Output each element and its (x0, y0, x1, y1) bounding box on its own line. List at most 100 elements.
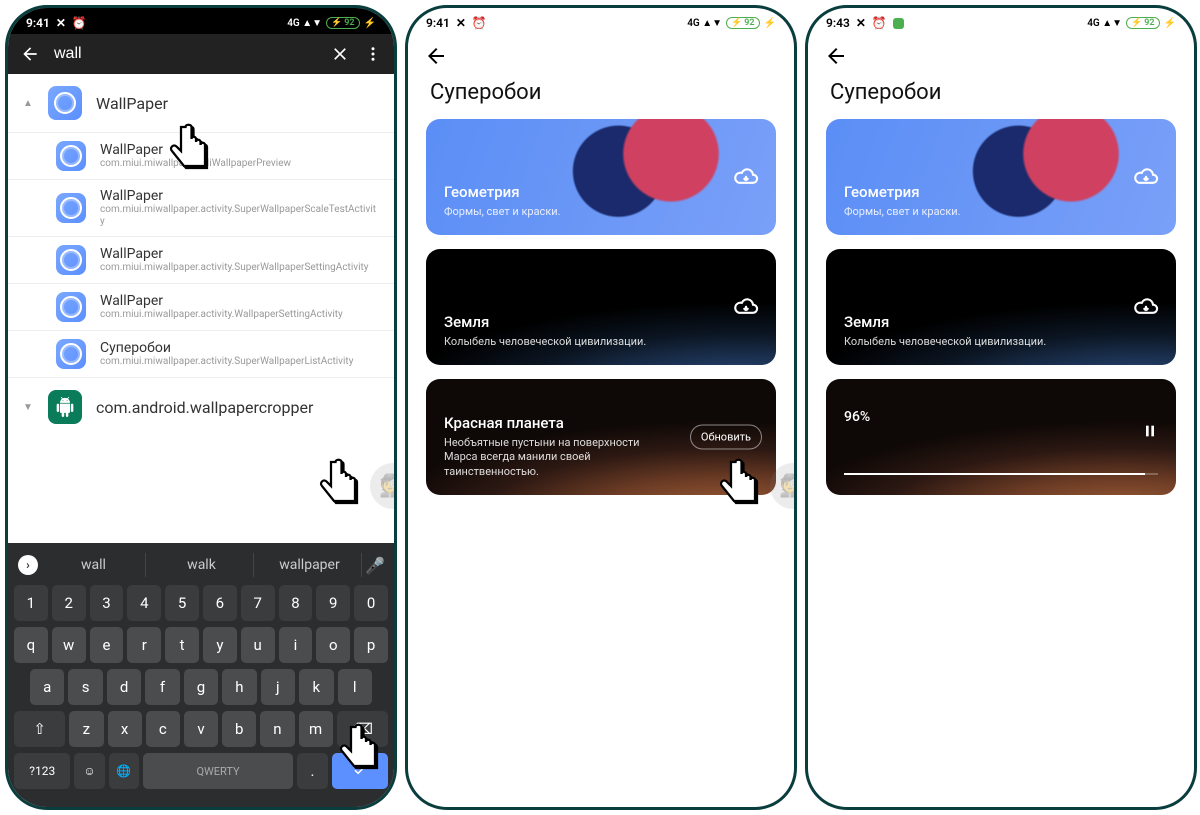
key[interactable]: p (354, 627, 388, 663)
key[interactable]: 2 (52, 585, 86, 621)
activity-item[interactable]: WallPapercom.miui.miwallpaper.activity.S… (8, 180, 394, 237)
emoji-key[interactable]: ☺ (74, 753, 104, 789)
wallpaper-app-icon (56, 141, 86, 171)
key[interactable]: o (316, 627, 350, 663)
period-key[interactable]: . (297, 753, 327, 789)
app-group-title: com.android.wallpapercropper (96, 398, 380, 417)
mic-icon[interactable]: 🎤 (366, 556, 384, 575)
app-group-cropper[interactable]: ▼ com.android.wallpapercropper (8, 378, 394, 434)
status-time: 9:41 (426, 16, 450, 30)
key[interactable]: t (165, 627, 199, 663)
key[interactable]: 0 (354, 585, 388, 621)
card-mars[interactable]: Красная планета Необъятные пустыни на по… (426, 379, 776, 495)
key[interactable]: f (145, 669, 179, 705)
back-icon[interactable] (424, 44, 448, 68)
key[interactable]: x (108, 711, 142, 747)
key[interactable]: 1 (14, 585, 48, 621)
app-group-wallpaper[interactable]: ▲ WallPaper (8, 74, 394, 133)
key[interactable]: w (52, 627, 86, 663)
key[interactable]: s (68, 669, 102, 705)
key[interactable]: 6 (203, 585, 237, 621)
download-icon[interactable] (1132, 163, 1160, 191)
alarm-icon: ⏰ (872, 16, 887, 30)
phone-screen-3: 9:43 ✕ ⏰ 4G ▲▼ ⚡92 ⚡ Суперобои Геометрия… (805, 5, 1197, 810)
key[interactable]: 8 (279, 585, 313, 621)
update-button[interactable]: Обновить (690, 425, 762, 450)
progress-bar (844, 473, 1158, 475)
key[interactable]: 5 (165, 585, 199, 621)
app-group-title: WallPaper (96, 94, 380, 113)
key[interactable]: r (127, 627, 161, 663)
chevron-down-icon: ▼ (22, 402, 34, 413)
clear-icon[interactable] (330, 44, 350, 64)
key[interactable]: h (222, 669, 256, 705)
alarm-icon: ⏰ (472, 16, 487, 30)
network-icon: 4G ▲▼ (1087, 18, 1122, 29)
watermark-icon: 🕵 (370, 463, 397, 509)
key[interactable]: u (241, 627, 275, 663)
backspace-key[interactable]: ⌫ (337, 711, 388, 747)
suggestion[interactable]: wallpaper (258, 553, 362, 577)
battery-indicator: ⚡92 (326, 17, 360, 29)
key[interactable]: y (203, 627, 237, 663)
wallpaper-app-icon (56, 245, 86, 275)
back-icon[interactable] (824, 44, 848, 68)
activity-item[interactable]: WallPapercom.miui.miwallpaper.activity.W… (8, 284, 394, 331)
shift-key[interactable]: ⇧ (14, 711, 65, 747)
key[interactable]: k (299, 669, 333, 705)
card-subtitle: Формы, свет и краски. (844, 205, 1064, 219)
expand-icon[interactable]: › (18, 555, 38, 575)
key[interactable]: b (222, 711, 256, 747)
key[interactable]: 3 (90, 585, 124, 621)
dnd-icon: ✕ (856, 16, 866, 30)
card-earth[interactable]: Земля Колыбель человеческой цивилизации. (426, 249, 776, 365)
toolbar (808, 34, 1194, 72)
symbols-key[interactable]: ?123 (14, 753, 70, 789)
key[interactable]: 4 (127, 585, 161, 621)
pause-icon[interactable] (1142, 423, 1158, 439)
card-title: Геометрия (844, 183, 1158, 201)
activity-item[interactable]: WallPapercom.miui.miwallpaper.activity.S… (8, 237, 394, 284)
suggestion[interactable]: walk (150, 553, 254, 577)
suggestion[interactable]: wall (42, 553, 146, 577)
status-time: 9:43 (826, 16, 850, 30)
alarm-icon: ⏰ (72, 16, 87, 30)
activity-item[interactable]: Суперобоиcom.miui.miwallpaper.activity.S… (8, 331, 394, 378)
card-title: Геометрия (444, 183, 758, 201)
enter-key[interactable] (332, 753, 388, 789)
key[interactable]: i (279, 627, 313, 663)
key[interactable]: v (184, 711, 218, 747)
card-subtitle: Колыбель человеческой цивилизации. (844, 335, 1064, 349)
download-icon[interactable] (732, 163, 760, 191)
key[interactable]: a (30, 669, 64, 705)
key[interactable]: l (338, 669, 372, 705)
key[interactable]: 9 (316, 585, 350, 621)
download-icon[interactable] (732, 293, 760, 321)
key[interactable]: z (69, 711, 103, 747)
overflow-icon[interactable] (364, 45, 382, 63)
key[interactable]: d (107, 669, 141, 705)
globe-key[interactable]: 🌐 (109, 753, 139, 789)
key[interactable]: m (299, 711, 333, 747)
card-geometry[interactable]: Геометрия Формы, свет и краски. (826, 119, 1176, 235)
card-earth[interactable]: Земля Колыбель человеческой цивилизации. (826, 249, 1176, 365)
key[interactable]: 7 (241, 585, 275, 621)
key[interactable]: c (146, 711, 180, 747)
download-icon[interactable] (1132, 293, 1160, 321)
status-time: 9:41 (26, 16, 50, 30)
card-geometry[interactable]: Геометрия Формы, свет и краски. (426, 119, 776, 235)
space-key[interactable]: QWERTY (143, 753, 294, 789)
cursor-hand-icon (308, 453, 372, 525)
wallpaper-app-icon (48, 86, 82, 120)
back-icon[interactable] (20, 44, 40, 64)
key[interactable]: q (14, 627, 48, 663)
key[interactable]: e (90, 627, 124, 663)
key[interactable]: n (260, 711, 294, 747)
battery-indicator: ⚡92 (726, 17, 760, 29)
search-input[interactable] (54, 45, 316, 63)
card-mars-downloading[interactable]: 96% (826, 379, 1176, 495)
card-subtitle: Колыбель человеческой цивилизации. (444, 335, 664, 349)
key[interactable]: j (261, 669, 295, 705)
key[interactable]: g (184, 669, 218, 705)
activity-item[interactable]: WallPapercom.miui.miwallpaper.MiWallpape… (8, 133, 394, 180)
